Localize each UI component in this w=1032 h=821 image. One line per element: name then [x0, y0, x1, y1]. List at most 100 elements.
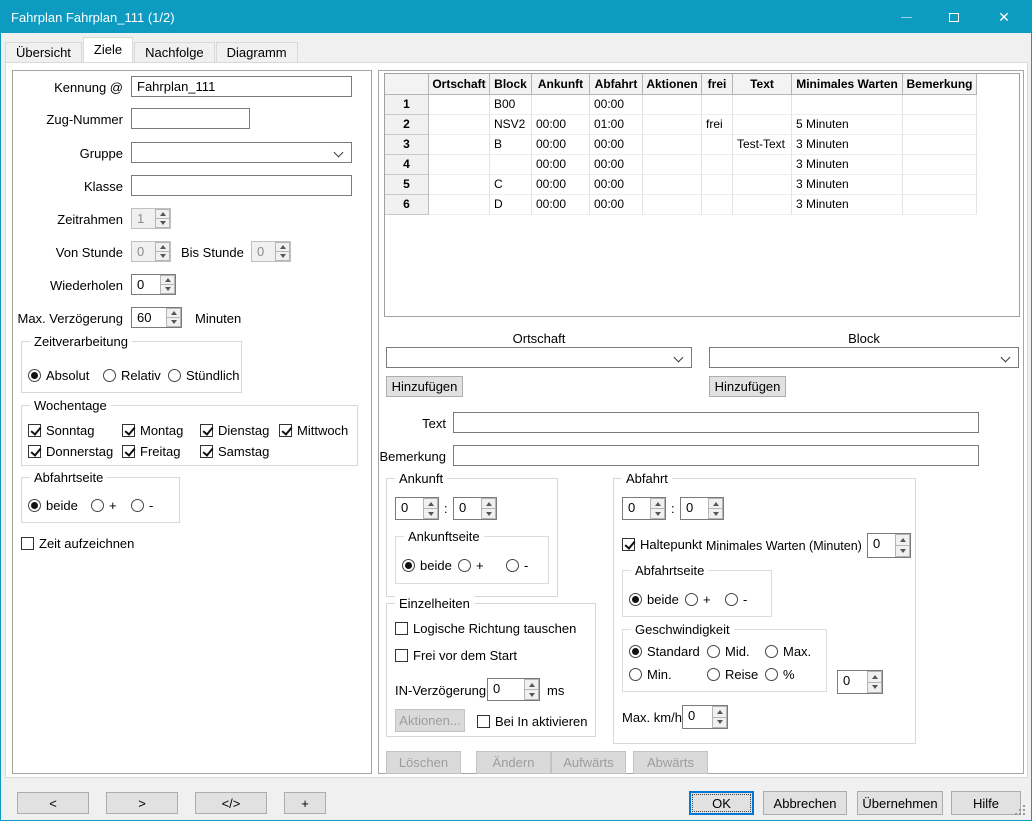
bis-stunde-spinner[interactable]: 0 — [251, 241, 291, 262]
spin-up-icon[interactable] — [712, 706, 727, 718]
cell-ankunft[interactable]: 00:00 — [532, 115, 590, 135]
cell-frei[interactable] — [702, 175, 733, 195]
block-combobox[interactable] — [709, 347, 1019, 368]
checkbox-icon[interactable] — [279, 424, 292, 437]
maximize-button[interactable] — [930, 1, 977, 33]
spin-up-icon[interactable] — [524, 679, 539, 690]
geschwindigkeit-prozent-spinner[interactable]: 0 — [837, 670, 883, 694]
cell-ortschaft[interactable] — [429, 135, 490, 155]
cell-frei[interactable] — [702, 155, 733, 175]
cell-text[interactable] — [733, 175, 792, 195]
cell-minimales-warten[interactable]: 3 Minuten — [792, 195, 903, 215]
nav-code-button[interactable]: </> — [195, 792, 267, 814]
spin-down-icon[interactable] — [708, 509, 723, 519]
cell-text[interactable] — [733, 155, 792, 175]
von-stunde-spinner[interactable]: 0 — [131, 241, 171, 262]
tab-ziele[interactable]: Ziele — [83, 37, 133, 62]
checkbox-montag[interactable]: Montag — [122, 423, 183, 438]
checkbox-logische-richtung[interactable]: Logische Richtung tauschen — [395, 621, 576, 636]
checkbox-icon[interactable] — [122, 445, 135, 458]
cell-block[interactable]: NSV2 — [490, 115, 532, 135]
spin-down-icon[interactable] — [155, 219, 170, 228]
checkbox-samstag[interactable]: Samstag — [200, 444, 269, 459]
cell-frei[interactable] — [702, 95, 733, 115]
checkbox-icon[interactable] — [477, 715, 490, 728]
checkbox-dienstag[interactable]: Dienstag — [200, 423, 269, 438]
cell-frei[interactable] — [702, 195, 733, 215]
nav-prev-button[interactable]: < — [17, 792, 89, 814]
cell-minimales-warten[interactable]: 5 Minuten — [792, 115, 903, 135]
row-number[interactable]: 6 — [385, 195, 429, 215]
table-row[interactable]: 3 B 00:00 00:00 Test-Text 3 Minuten — [385, 135, 1019, 155]
cell-block[interactable]: B00 — [490, 95, 532, 115]
chevron-down-icon[interactable] — [1001, 353, 1011, 363]
radio-abfahrtseite-plus[interactable]: + — [91, 498, 117, 513]
radio-ankunftseite-minus[interactable]: - — [506, 558, 528, 573]
table-row[interactable]: 5 C 00:00 00:00 3 Minuten — [385, 175, 1019, 195]
ortschaft-hinzufuegen-button[interactable]: Hinzufügen — [386, 376, 463, 397]
spin-down-icon[interactable] — [895, 546, 910, 557]
cell-text[interactable] — [733, 95, 792, 115]
radio-abfahrt-seite-minus[interactable]: - — [725, 592, 747, 607]
cell-text[interactable] — [733, 115, 792, 135]
abbrechen-button[interactable]: Abbrechen — [763, 791, 847, 815]
ortschaft-combobox[interactable] — [386, 347, 692, 368]
abfahrt-minute-spinner[interactable]: 0 — [680, 497, 724, 520]
spin-down-icon[interactable] — [524, 690, 539, 700]
checkbox-zeit-aufzeichnen[interactable]: Zeit aufzeichnen — [21, 536, 134, 551]
checkbox-haltepunkt[interactable]: Haltepunkt — [622, 537, 702, 552]
radio-icon[interactable] — [685, 593, 698, 606]
cell-block[interactable]: C — [490, 175, 532, 195]
nav-add-button[interactable]: + — [284, 792, 326, 814]
checkbox-sonntag[interactable]: Sonntag — [28, 423, 94, 438]
spin-up-icon[interactable] — [708, 498, 723, 509]
radio-stuendlich[interactable]: Stündlich — [168, 368, 239, 383]
cell-block[interactable]: B — [490, 135, 532, 155]
table-row[interactable]: 4 00:00 00:00 3 Minuten — [385, 155, 1019, 175]
cell-ortschaft[interactable] — [429, 115, 490, 135]
radio-ankunftseite-beide[interactable]: beide — [402, 558, 452, 573]
cell-ankunft[interactable]: 00:00 — [532, 155, 590, 175]
cell-frei[interactable] — [702, 135, 733, 155]
checkbox-icon[interactable] — [200, 424, 213, 437]
max-verzoegerung-spinner[interactable]: 60 — [131, 307, 182, 328]
spin-down-icon[interactable] — [155, 252, 170, 261]
cell-bemerkung[interactable] — [903, 195, 977, 215]
cell-abfahrt[interactable]: 00:00 — [590, 175, 643, 195]
bemerkung-input[interactable] — [453, 445, 979, 466]
cell-abfahrt[interactable]: 01:00 — [590, 115, 643, 135]
spin-up-icon[interactable] — [481, 498, 496, 509]
row-number[interactable]: 1 — [385, 95, 429, 115]
row-number[interactable]: 2 — [385, 115, 429, 135]
klasse-input[interactable] — [131, 175, 352, 196]
radio-geschwindigkeit-reise[interactable]: Reise — [707, 667, 758, 682]
radio-icon[interactable] — [725, 593, 738, 606]
checkbox-mittwoch[interactable]: Mittwoch — [279, 423, 348, 438]
chevron-down-icon[interactable] — [674, 353, 684, 363]
cell-abfahrt[interactable]: 00:00 — [590, 95, 643, 115]
aufwaerts-button[interactable]: Aufwärts — [551, 751, 626, 774]
spin-up-icon[interactable] — [867, 671, 882, 683]
cell-abfahrt[interactable]: 00:00 — [590, 195, 643, 215]
wiederholen-spinner[interactable]: 0 — [131, 274, 176, 295]
spin-down-icon[interactable] — [481, 509, 496, 519]
cell-text[interactable] — [733, 195, 792, 215]
spin-down-icon[interactable] — [160, 285, 175, 294]
checkbox-icon[interactable] — [200, 445, 213, 458]
resize-grip-icon[interactable] — [1015, 805, 1027, 817]
tab-diagramm[interactable]: Diagramm — [216, 42, 298, 62]
cell-block[interactable]: D — [490, 195, 532, 215]
close-button[interactable]: ✕ — [977, 1, 1031, 33]
checkbox-icon[interactable] — [122, 424, 135, 437]
cell-minimales-warten[interactable]: 3 Minuten — [792, 135, 903, 155]
text-input[interactable] — [453, 412, 979, 433]
checkbox-icon[interactable] — [28, 445, 41, 458]
cell-ortschaft[interactable] — [429, 95, 490, 115]
cell-abfahrt[interactable]: 00:00 — [590, 155, 643, 175]
zeitrahmen-spinner[interactable]: 1 — [131, 208, 171, 229]
max-kmh-spinner[interactable]: 0 — [682, 705, 728, 729]
radio-icon[interactable] — [168, 369, 181, 382]
table-row[interactable]: 6 D 00:00 00:00 3 Minuten — [385, 195, 1019, 215]
radio-icon[interactable] — [707, 645, 720, 658]
checkbox-freitag[interactable]: Freitag — [122, 444, 180, 459]
